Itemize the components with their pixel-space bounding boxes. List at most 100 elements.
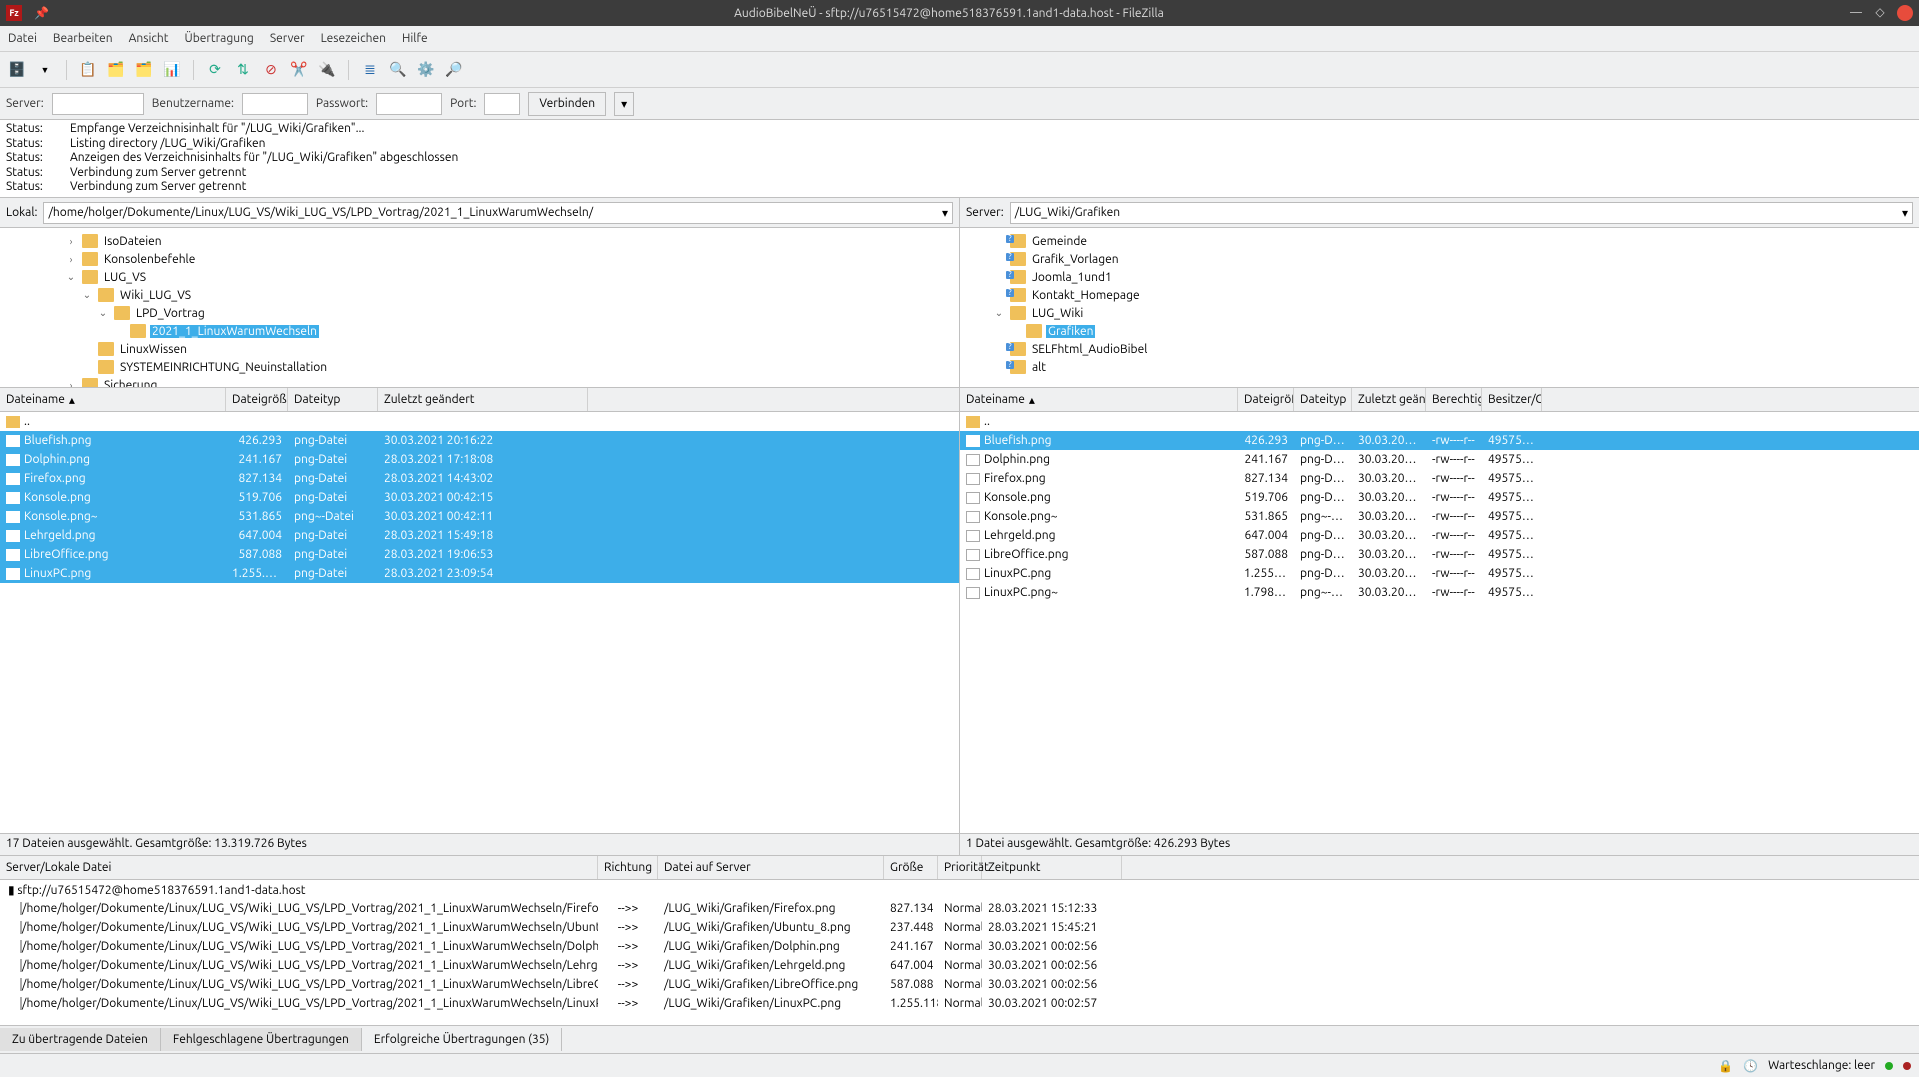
parent-dir[interactable]: .. xyxy=(0,412,959,431)
reconnect-icon[interactable]: 🔌 xyxy=(316,59,338,81)
close-button[interactable] xyxy=(1897,5,1913,21)
col-remote-file[interactable]: Datei auf Server xyxy=(658,856,884,879)
remote-file-list[interactable]: ..Bluefish.png426.293png-Datei30.03.2021… xyxy=(960,412,1919,833)
menu-ansicht[interactable]: Ansicht xyxy=(129,32,169,45)
menu-übertragung[interactable]: Übertragung xyxy=(185,32,254,45)
menu-hilfe[interactable]: Hilfe xyxy=(402,32,428,45)
tree-item[interactable]: ⌄LUG_Wiki xyxy=(960,304,1919,322)
col-type[interactable]: Dateityp xyxy=(288,388,378,411)
tree-item[interactable]: LinuxWissen xyxy=(0,340,959,358)
port-input[interactable] xyxy=(484,93,520,115)
col-permissions[interactable]: Berechtigur xyxy=(1426,388,1482,411)
queue-server-row[interactable]: ▮ sftp://u76515472@home518376591.1and1-d… xyxy=(0,880,1919,899)
file-row[interactable]: Firefox.png827.134png-Datei30.03.2021 ..… xyxy=(960,469,1919,488)
minimize-button[interactable]: — xyxy=(1849,5,1863,19)
connect-history-dropdown[interactable]: ▾ xyxy=(614,92,634,116)
menu-bearbeiten[interactable]: Bearbeiten xyxy=(53,32,113,45)
file-row[interactable]: LinuxPC.png1.255.118png-Datei28.03.2021 … xyxy=(0,564,959,583)
file-row[interactable]: LinuxPC.png~1.798.731png~-Datei30.03.202… xyxy=(960,583,1919,602)
file-row[interactable]: Dolphin.png241.167png-Datei30.03.2021 ..… xyxy=(960,450,1919,469)
file-row[interactable]: LibreOffice.png587.088png-Datei28.03.202… xyxy=(0,545,959,564)
clock-icon[interactable]: 🕓 xyxy=(1743,1059,1758,1073)
remote-tree[interactable]: GemeindeGrafik_VorlagenJoomla_1und1Konta… xyxy=(960,228,1919,388)
file-row[interactable]: Dolphin.png241.167png-Datei28.03.2021 17… xyxy=(0,450,959,469)
queue-row[interactable]: /home/holger/Dokumente/Linux/LUG_VS/Wiki… xyxy=(0,994,1919,1013)
tree-item[interactable]: ›IsoDateien xyxy=(0,232,959,250)
file-row[interactable]: Lehrgeld.png647.004png-Datei30.03.2021 .… xyxy=(960,526,1919,545)
sync-browse-icon[interactable]: ⚙️ xyxy=(415,59,437,81)
pass-input[interactable] xyxy=(376,93,442,115)
tree-item[interactable]: ⌄Wiki_LUG_VS xyxy=(0,286,959,304)
col-modified[interactable]: Zuletzt geändert xyxy=(378,388,588,411)
file-row[interactable]: Konsole.png~531.865png~-Datei30.03.2021 … xyxy=(960,507,1919,526)
local-path-combo[interactable]: /home/holger/Dokumente/Linux/LUG_VS/Wiki… xyxy=(43,202,953,224)
queue-row[interactable]: /home/holger/Dokumente/Linux/LUG_VS/Wiki… xyxy=(0,975,1919,994)
compare-icon[interactable]: 🔍 xyxy=(387,59,409,81)
col-type[interactable]: Dateityp xyxy=(1294,388,1352,411)
search-icon[interactable]: 🔎 xyxy=(443,59,465,81)
queue-tab[interactable]: Erfolgreiche Übertragungen (35) xyxy=(362,1028,562,1051)
col-name[interactable]: Dateiname ▴ xyxy=(960,388,1238,411)
connect-button[interactable]: Verbinden xyxy=(528,92,606,116)
queue-row[interactable]: /home/holger/Dokumente/Linux/LUG_VS/Wiki… xyxy=(0,918,1919,937)
local-tree[interactable]: ›IsoDateien›Konsolenbefehle⌄LUG_VS⌄Wiki_… xyxy=(0,228,959,388)
tree-item[interactable]: alt xyxy=(960,358,1919,376)
toggle-remote-tree-icon[interactable]: 🗂️ xyxy=(133,59,155,81)
local-file-list[interactable]: ..Bluefish.png426.293png-Datei30.03.2021… xyxy=(0,412,959,833)
file-row[interactable]: Konsole.png519.706png-Datei30.03.2021 00… xyxy=(0,488,959,507)
tree-item[interactable]: 2021_1_LinuxWarumWechseln xyxy=(0,322,959,340)
tree-item[interactable]: ⌄LUG_VS xyxy=(0,268,959,286)
remote-path-combo[interactable]: /LUG_Wiki/Grafiken ▾ xyxy=(1010,202,1913,224)
queue-row[interactable]: /home/holger/Dokumente/Linux/LUG_VS/Wiki… xyxy=(0,899,1919,918)
tree-item[interactable]: Grafik_Vorlagen xyxy=(960,250,1919,268)
col-size[interactable]: Dateigröße xyxy=(226,388,288,411)
server-input[interactable] xyxy=(52,93,144,115)
cancel-icon[interactable]: ⊘ xyxy=(260,59,282,81)
toggle-local-tree-icon[interactable]: 🗂️ xyxy=(105,59,127,81)
col-local-file[interactable]: Server/Lokale Datei xyxy=(0,856,598,879)
lock-icon[interactable]: 🔒 xyxy=(1718,1059,1733,1073)
file-row[interactable]: Bluefish.png426.293png-Datei30.03.2021 .… xyxy=(960,431,1919,450)
queue-row[interactable]: /home/holger/Dokumente/Linux/LUG_VS/Wiki… xyxy=(0,937,1919,956)
queue-tab[interactable]: Zu übertragende Dateien xyxy=(0,1028,161,1051)
queue-row[interactable]: /home/holger/Dokumente/Linux/LUG_VS/Wiki… xyxy=(0,956,1919,975)
file-row[interactable]: LinuxPC.png1.255.118png-Datei30.03.2021 … xyxy=(960,564,1919,583)
tree-item[interactable]: ›Konsolenbefehle xyxy=(0,250,959,268)
menu-datei[interactable]: Datei xyxy=(8,32,37,45)
menu-lesezeichen[interactable]: Lesezeichen xyxy=(321,32,386,45)
parent-dir[interactable]: .. xyxy=(960,412,1919,431)
queue-tab[interactable]: Fehlgeschlagene Übertragungen xyxy=(161,1028,362,1051)
site-manager-icon[interactable]: 🗄️ xyxy=(6,59,28,81)
file-row[interactable]: Konsole.png519.706png-Datei30.03.2021 ..… xyxy=(960,488,1919,507)
tree-item[interactable]: ›Sicherung xyxy=(0,376,959,388)
tree-item[interactable]: SYSTEMEINRICHTUNG_Neuinstallation xyxy=(0,358,959,376)
col-owner[interactable]: Besitzer/Gru xyxy=(1482,388,1542,411)
file-row[interactable]: Bluefish.png426.293png-Datei30.03.2021 2… xyxy=(0,431,959,450)
toggle-log-icon[interactable]: 📋 xyxy=(77,59,99,81)
tree-item[interactable]: SELFhtml_AudioBibel xyxy=(960,340,1919,358)
dropdown-icon[interactable]: ▼ xyxy=(34,59,56,81)
col-modified[interactable]: Zuletzt geände xyxy=(1352,388,1426,411)
user-input[interactable] xyxy=(242,93,308,115)
col-size[interactable]: Größe xyxy=(884,856,938,879)
tree-item[interactable]: ⌄LPD_Vortrag xyxy=(0,304,959,322)
tree-item[interactable]: Joomla_1und1 xyxy=(960,268,1919,286)
toggle-queue-icon[interactable]: 📊 xyxy=(161,59,183,81)
maximize-button[interactable]: ◇ xyxy=(1873,5,1887,19)
refresh-icon[interactable]: ⟳ xyxy=(204,59,226,81)
col-name[interactable]: Dateiname ▴ xyxy=(0,388,226,411)
tree-item[interactable]: Grafiken xyxy=(960,322,1919,340)
filter-icon[interactable]: ≣ xyxy=(359,59,381,81)
queue-body[interactable]: ▮ sftp://u76515472@home518376591.1and1-d… xyxy=(0,880,1919,1025)
col-time[interactable]: Zeitpunkt xyxy=(982,856,1122,879)
col-direction[interactable]: Richtung xyxy=(598,856,658,879)
file-row[interactable]: Konsole.png~531.865png~-Datei30.03.2021 … xyxy=(0,507,959,526)
file-row[interactable]: Lehrgeld.png647.004png-Datei28.03.2021 1… xyxy=(0,526,959,545)
pin-icon[interactable]: 📌 xyxy=(34,6,49,20)
tree-item[interactable]: Gemeinde xyxy=(960,232,1919,250)
message-log[interactable]: Status:Empfange Verzeichnisinhalt für "/… xyxy=(0,120,1919,198)
col-size[interactable]: Dateigröße xyxy=(1238,388,1294,411)
file-row[interactable]: LibreOffice.png587.088png-Datei30.03.202… xyxy=(960,545,1919,564)
file-row[interactable]: Firefox.png827.134png-Datei28.03.2021 14… xyxy=(0,469,959,488)
disconnect-icon[interactable]: ✂️ xyxy=(288,59,310,81)
